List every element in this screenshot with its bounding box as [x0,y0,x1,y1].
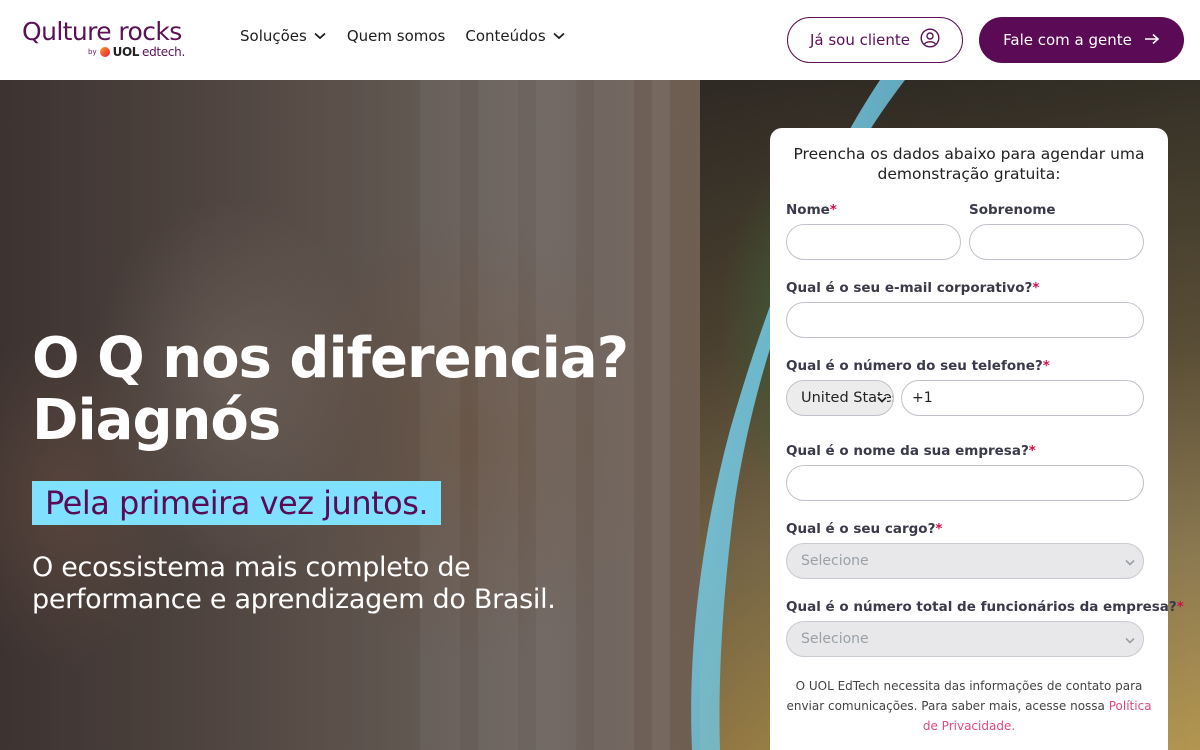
phone-label-text: Qual é o número do seu telefone? [786,358,1043,374]
arrow-right-icon [1144,31,1160,49]
phone-input-value: +1 [912,390,933,406]
required-mark: * [1042,358,1050,374]
qulture-rocks-logo[interactable]: Qulture rocks by UOL edtech. [22,18,202,64]
last-name-input[interactable] [969,224,1144,260]
client-login-button[interactable]: Já sou cliente [787,17,963,63]
required-mark: * [935,521,943,537]
chevron-down-icon [552,29,566,43]
phone-label: Qual é o número do seu telefone?* [786,358,1050,374]
privacy-disclaimer-text: O UOL EdTech necessita das informações d… [786,679,1143,713]
company-label: Qual é o nome da sua empresa?* [786,443,1036,459]
logo-wordmark: Qulture rocks [22,17,182,46]
required-mark: * [1176,599,1184,615]
phone-country-select[interactable]: United States [786,380,894,416]
employees-select-value: Selecione [801,631,869,647]
nav-item-solucoes[interactable]: Soluções [240,27,327,45]
logo-edtech-text: edtech. [142,45,186,59]
first-name-input[interactable] [786,224,961,260]
employees-label-text: Qual é o número total de funcionários da… [786,599,1177,615]
last-name-label: Sobrenome [969,202,1056,218]
hero-tagline: Pela primeira vez juntos. [32,481,442,525]
email-label: Qual é o seu e-mail corporativo?* [786,280,1039,296]
nav-item-conteudos[interactable]: Conteúdos [465,27,565,45]
role-select[interactable]: Selecione [786,543,1144,579]
hero-title: O Q nos diferencia? Diagnós [32,326,629,453]
client-login-label: Já sou cliente [809,31,911,49]
hero-title-line2: Diagnós [32,388,281,453]
phone-input[interactable]: +1 [901,380,1144,416]
site-header: Qulture rocks by UOL edtech. Soluções Qu… [0,0,1200,80]
required-mark: * [1028,443,1036,459]
logo-by-text: by [88,48,97,56]
chevron-down-icon [313,29,327,43]
employees-label: Qual é o número total de funcionários da… [786,599,1184,615]
form-intro: Preencha os dados abaixo para agendar um… [793,145,1145,183]
company-input[interactable] [786,465,1144,501]
role-label: Qual é o seu cargo?* [786,521,942,537]
employees-select[interactable]: Selecione [786,621,1144,657]
contact-us-button[interactable]: Fale com a gente [979,17,1184,63]
main-nav: Soluções Quem somos Conteúdos [240,27,566,45]
nav-item-label: Soluções [240,27,307,45]
role-label-text: Qual é o seu cargo? [786,521,936,537]
user-circle-icon [920,28,940,52]
contact-us-label: Fale com a gente [1003,31,1132,49]
chevron-down-icon [1125,633,1135,649]
nav-item-quem-somos[interactable]: Quem somos [347,27,446,45]
nav-item-label: Quem somos [346,27,446,45]
logo-uol-text: UOL [112,45,140,59]
nav-item-label: Conteúdos [465,27,546,45]
email-input[interactable] [786,302,1144,338]
role-select-value: Selecione [801,553,869,569]
privacy-disclaimer: O UOL EdTech necessita das informações d… [786,676,1152,736]
last-name-label-text: Sobrenome [969,202,1056,218]
uol-dot-icon [99,47,110,57]
demo-request-form: Preencha os dados abaixo para agendar um… [770,128,1184,750]
required-mark: * [1032,280,1040,296]
hero-subtitle: O ecossistema mais completo de performan… [32,552,556,615]
company-label-text: Qual é o nome da sua empresa? [786,443,1029,459]
first-name-label-text: Nome [786,202,830,218]
chevron-down-icon [877,392,887,408]
hero-title-line1: O Q nos diferencia? [32,326,629,391]
chevron-down-icon [1125,555,1135,571]
logo-byline: by UOL edtech. [88,45,185,59]
required-mark: * [829,202,837,218]
first-name-label: Nome* [786,202,837,218]
email-label-text: Qual é o seu e-mail corporativo? [786,280,1033,296]
